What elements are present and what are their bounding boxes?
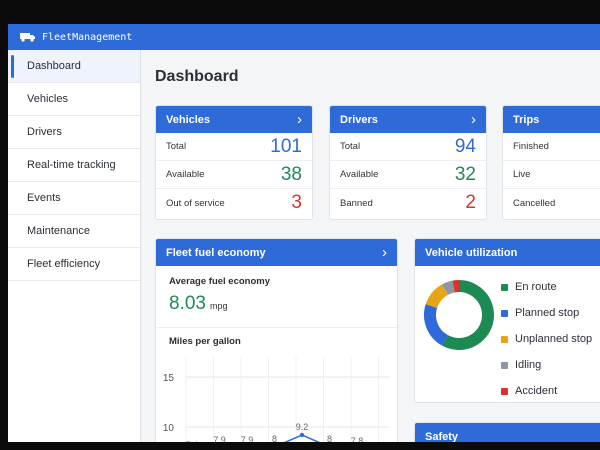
chevron-right-icon[interactable]: › (297, 112, 302, 127)
stat-row: Cancelled (503, 189, 600, 217)
stat-label: Total (340, 141, 361, 152)
stat-label: Available (340, 169, 379, 180)
page-title: Dashboard (155, 68, 239, 85)
stat-label: Banned (340, 197, 373, 209)
app-window: FleetManagement Dashboard Vehicles Drive… (8, 24, 600, 442)
legend-swatch (501, 387, 508, 395)
data-label: 8 (272, 434, 277, 442)
legend-label: Accident (515, 385, 558, 397)
safety-card: Safety (414, 422, 600, 442)
legend-swatch (501, 309, 508, 317)
legend-item: Idling (501, 352, 592, 378)
stat-label: Cancelled (513, 197, 556, 209)
avg-fuel-value: 8.03 (169, 293, 206, 314)
data-point (299, 432, 305, 438)
fuel-card-title: Fleet fuel economy (166, 246, 266, 259)
top-bar: FleetManagement (8, 24, 600, 50)
stat-label: Live (513, 169, 531, 180)
drivers-card-title: Drivers (340, 113, 378, 126)
stat-row: Banned 2 (330, 189, 486, 217)
stat-value: 2 (465, 192, 476, 213)
trips-card-title: Trips (513, 113, 540, 126)
data-label: 9.2 (296, 422, 309, 432)
y-tick-label: 15 (163, 373, 175, 384)
utilization-legend: En route Planned stop Unplanned stop Idl… (501, 274, 592, 402)
stat-value: 3 (291, 192, 302, 213)
legend-swatch (501, 335, 508, 343)
drivers-card: Drivers › Total 94 Available 32 Banned 2 (329, 105, 487, 220)
stat-value: 38 (280, 163, 302, 185)
stat-row: Live (503, 161, 600, 189)
vehicles-card-title: Vehicles (166, 113, 211, 126)
donut-slice (442, 280, 494, 350)
sidebar-item-maintenance[interactable]: Maintenance (8, 215, 140, 248)
donut-slice (442, 280, 455, 295)
stat-row: Available 32 (330, 161, 486, 189)
sidebar-item-vehicles[interactable]: Vehicles (8, 83, 140, 116)
truck-icon (20, 33, 35, 42)
legend-label: Planned stop (515, 307, 580, 319)
legend-item: Unplanned stop (501, 326, 592, 352)
avg-fuel-unit: mpg (209, 301, 228, 311)
fuel-economy-card: Fleet fuel economy › Average fuel econom… (155, 238, 398, 442)
legend-swatch (501, 361, 508, 369)
safety-card-title: Safety (425, 430, 459, 443)
legend-label: En route (515, 281, 557, 293)
legend-item: En route (501, 274, 592, 300)
main-content: Dashboard Vehicles › Total 101 Available… (141, 50, 600, 442)
avg-fuel-label: Average fuel economy (169, 276, 271, 287)
trips-card: Trips Finished Live Cancelled (502, 105, 600, 220)
app-title: FleetManagement (42, 31, 133, 43)
vehicles-card-header[interactable]: Vehicles › (156, 106, 312, 133)
stat-row: Finished (503, 133, 600, 161)
stat-label: Finished (513, 141, 549, 152)
sidebar-item-events[interactable]: Events (8, 182, 140, 215)
stat-row: Out of service 3 (156, 189, 312, 217)
trips-card-header[interactable]: Trips (503, 106, 600, 133)
legend-item: Planned stop (501, 300, 592, 326)
legend-label: Idling (515, 359, 542, 371)
data-label: 7.9 (241, 435, 254, 442)
mpg-line-chart: 1015average7.4 7.9 7.9 89.28 7.8 (163, 357, 389, 442)
donut-slice (425, 284, 449, 309)
sidebar: Dashboard Vehicles Drivers Real-time tra… (8, 50, 141, 442)
data-label: 7.8 (351, 436, 364, 442)
safety-card-header[interactable]: Safety (415, 423, 600, 442)
drivers-card-header[interactable]: Drivers › (330, 106, 486, 133)
utilization-card-header[interactable]: Vehicle utilization (415, 239, 600, 266)
data-label: 7.9 (213, 435, 226, 442)
stat-row: Total 101 (156, 133, 312, 161)
sidebar-item-dashboard[interactable]: Dashboard (8, 50, 140, 83)
vehicles-card: Vehicles › Total 101 Available 38 Out of… (155, 105, 313, 220)
utilization-card-title: Vehicle utilization (425, 246, 518, 259)
legend-item: Accident (501, 378, 592, 402)
stat-value: 101 (270, 135, 302, 157)
data-label: 7.4 (186, 440, 199, 442)
donut-slice (452, 280, 460, 293)
utilization-donut-chart (424, 280, 494, 350)
vehicle-utilization-card: Vehicle utilization En route Planned sto… (414, 238, 600, 403)
stat-label: Total (166, 141, 187, 152)
data-label: 8 (327, 434, 332, 442)
sidebar-item-drivers[interactable]: Drivers (8, 116, 140, 149)
sidebar-item-realtime-tracking[interactable]: Real-time tracking (8, 149, 140, 182)
mpg-chart-label: Miles per gallon (169, 336, 241, 347)
sidebar-item-fleet-efficiency[interactable]: Fleet efficiency (8, 248, 140, 281)
stat-value: 94 (454, 135, 476, 157)
donut-slice (424, 304, 449, 346)
y-tick-label: 10 (163, 423, 175, 434)
stat-label: Out of service (166, 197, 225, 209)
legend-swatch (501, 283, 508, 291)
fuel-card-header[interactable]: Fleet fuel economy › (156, 239, 397, 266)
stat-row: Available 38 (156, 161, 312, 189)
stat-label: Available (166, 169, 205, 180)
chevron-right-icon[interactable]: › (382, 245, 387, 260)
chevron-right-icon[interactable]: › (471, 112, 476, 127)
stat-value: 32 (454, 163, 476, 185)
stat-row: Total 94 (330, 133, 486, 161)
legend-label: Unplanned stop (515, 333, 593, 345)
